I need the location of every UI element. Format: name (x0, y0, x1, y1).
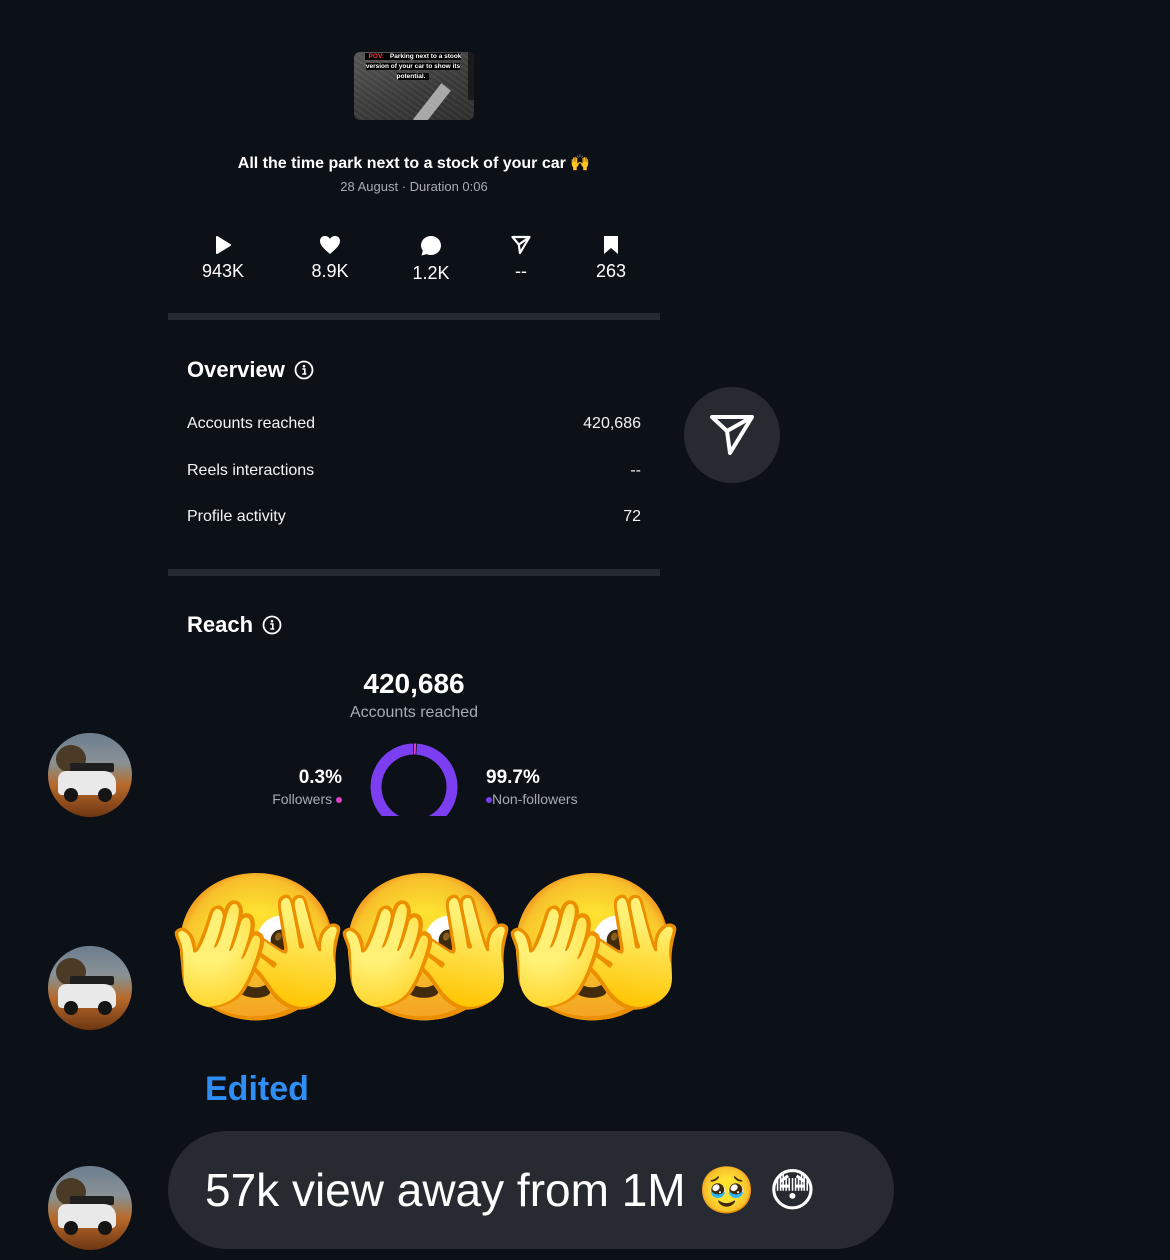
overview-title: Overview (187, 357, 285, 382)
non-followers-stat: 99.7% Non-followers (486, 767, 626, 807)
reel-title: All the time park next to a stock of you… (237, 155, 591, 172)
stat-shares: -- (481, 235, 561, 282)
overview-row-profile-activity: Profile activity 72 (187, 508, 641, 526)
message-text: 57k view away from 1M 🥹 😳 (205, 1163, 817, 1216)
stat-plays: 943K (183, 235, 263, 282)
reach-title: Reach (187, 612, 254, 637)
play-icon (216, 236, 231, 254)
stat-comments: 1.2K (391, 235, 471, 284)
reel-meta: 28 August · Duration 0:06 (340, 179, 488, 194)
overview-heading: Overview (187, 357, 314, 383)
non-followers-label: Non-followers (492, 791, 578, 807)
followers-label: Followers (272, 791, 333, 807)
share-icon (511, 235, 531, 255)
emoji-message[interactable]: 🫣 (168, 868, 347, 1028)
non-followers-percent: 99.7% (486, 767, 540, 788)
info-icon[interactable] (262, 615, 282, 635)
parking-line (413, 83, 451, 120)
row-value: 72 (623, 508, 641, 525)
overview-row-reels-interactions: Reels interactions -- (187, 462, 641, 480)
message-bubble[interactable]: 57k view away from 1M 🥹 😳 (168, 1131, 894, 1249)
overview-row-accounts-reached: Accounts reached 420,686 (187, 415, 641, 433)
bookmark-icon (604, 236, 618, 254)
shared-reel-insights-card[interactable]: POV: Parking next to a stook version of … (168, 0, 660, 816)
sender-avatar[interactable] (48, 733, 132, 817)
comment-icon (421, 236, 441, 256)
thumbnail-caption: POV: Parking next to a stook version of … (364, 53, 462, 80)
shares-count: -- (515, 261, 527, 281)
row-label: Reels interactions (187, 462, 315, 479)
paper-plane-icon (710, 415, 754, 455)
row-label: Accounts reached (187, 415, 316, 432)
plays-count: 943K (201, 261, 245, 281)
reach-total: 420,686 (363, 668, 465, 699)
stat-saves: 263 (571, 235, 651, 282)
followers-stat: 0.3% Followers (248, 767, 342, 807)
reach-donut-chart (370, 743, 458, 816)
emoji-message[interactable]: 🫣 (504, 868, 683, 1028)
stat-likes: 8.9K (290, 235, 370, 282)
row-value: -- (630, 462, 641, 479)
section-divider (168, 313, 660, 320)
reach-heading: Reach (187, 612, 282, 638)
row-value: 420,686 (583, 415, 641, 432)
saves-count: 263 (595, 261, 627, 281)
row-label: Profile activity (187, 508, 286, 525)
emoji-message[interactable]: 🫣 (336, 868, 515, 1028)
comments-count: 1.2K (412, 263, 450, 283)
sender-avatar[interactable] (48, 1166, 132, 1250)
car-edge (468, 52, 474, 100)
heart-icon (320, 236, 340, 254)
edited-label: Edited (205, 1070, 309, 1108)
sender-avatar[interactable] (48, 946, 132, 1030)
reel-thumbnail[interactable]: POV: Parking next to a stook version of … (354, 52, 474, 120)
likes-count: 8.9K (311, 261, 349, 281)
share-reel-button[interactable] (684, 387, 780, 483)
followers-legend-dot (336, 797, 342, 804)
followers-percent: 0.3% (298, 767, 342, 788)
section-divider (168, 569, 660, 576)
reach-total-label: Accounts reached (349, 704, 479, 721)
non-followers-arc (370, 743, 458, 816)
info-icon[interactable] (294, 360, 314, 380)
